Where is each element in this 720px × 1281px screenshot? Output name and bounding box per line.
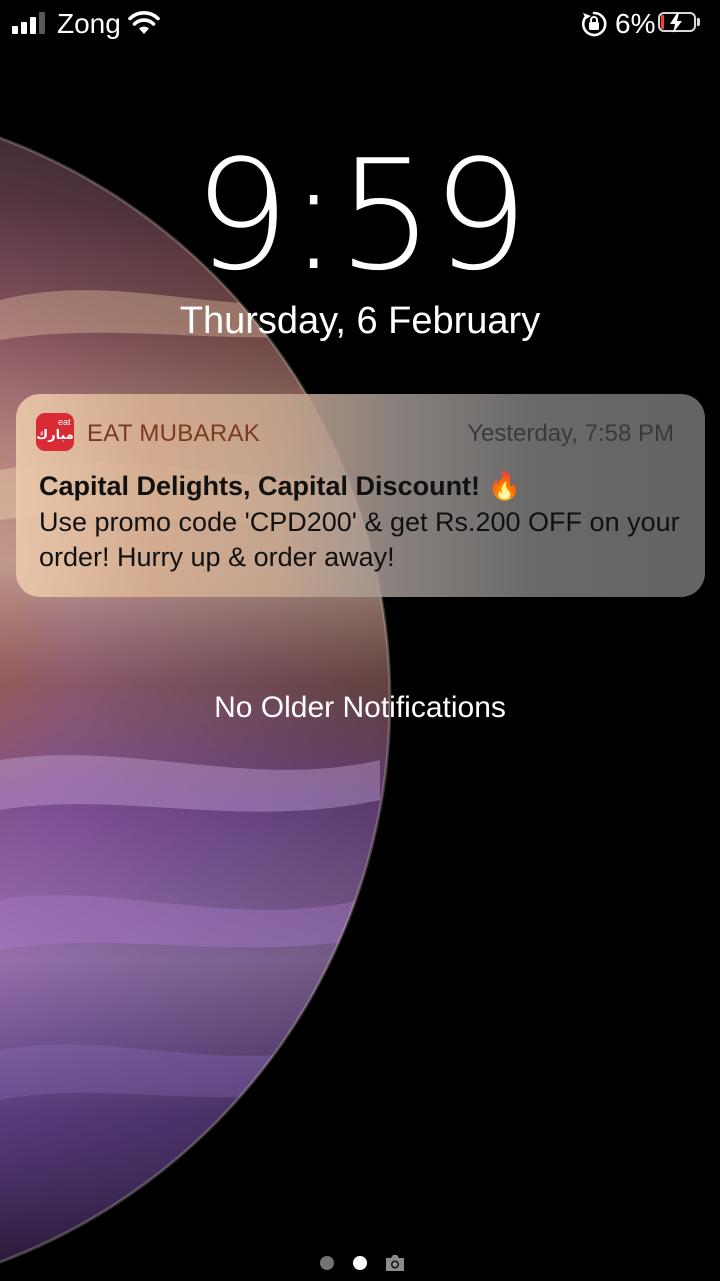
notification-title: Capital Delights, Capital Discount! 🔥 (39, 470, 521, 502)
no-older-notifications: No Older Notifications (214, 691, 506, 724)
lock-screen-date: Thursday, 6 February (179, 300, 541, 342)
lock-screen-time: 9:59 (193, 127, 528, 304)
rotation-lock-icon (581, 11, 607, 37)
page-indicator (318, 1252, 408, 1272)
fire-emoji-icon: 🔥 (487, 471, 522, 501)
status-bar: Zong 6% (0, 0, 720, 48)
eat-mubarak-app-icon: eat مبارك (36, 413, 74, 451)
page-dot-2-current[interactable] (353, 1256, 367, 1270)
battery-percent: 6% (615, 8, 656, 39)
app-icon-main-text: مبارك (36, 427, 74, 442)
camera-icon[interactable] (384, 1253, 406, 1273)
notification-title-text: Capital Delights, Capital Discount! (39, 471, 481, 501)
notification-card[interactable]: eat مبارك EAT MUBARAK Yesterday, 7:58 PM… (16, 394, 705, 597)
page-dot-1[interactable] (320, 1256, 334, 1270)
notification-app-name: EAT MUBARAK (87, 420, 261, 447)
battery-charging-icon (658, 12, 702, 34)
notification-time: Yesterday, 7:58 PM (467, 420, 674, 447)
notification-body: Use promo code 'CPD200' & get Rs.200 OFF… (39, 507, 680, 572)
signal-icon (12, 12, 48, 34)
app-icon-small-text: eat (58, 417, 71, 427)
wifi-icon (128, 11, 160, 34)
carrier-name: Zong (57, 8, 121, 39)
